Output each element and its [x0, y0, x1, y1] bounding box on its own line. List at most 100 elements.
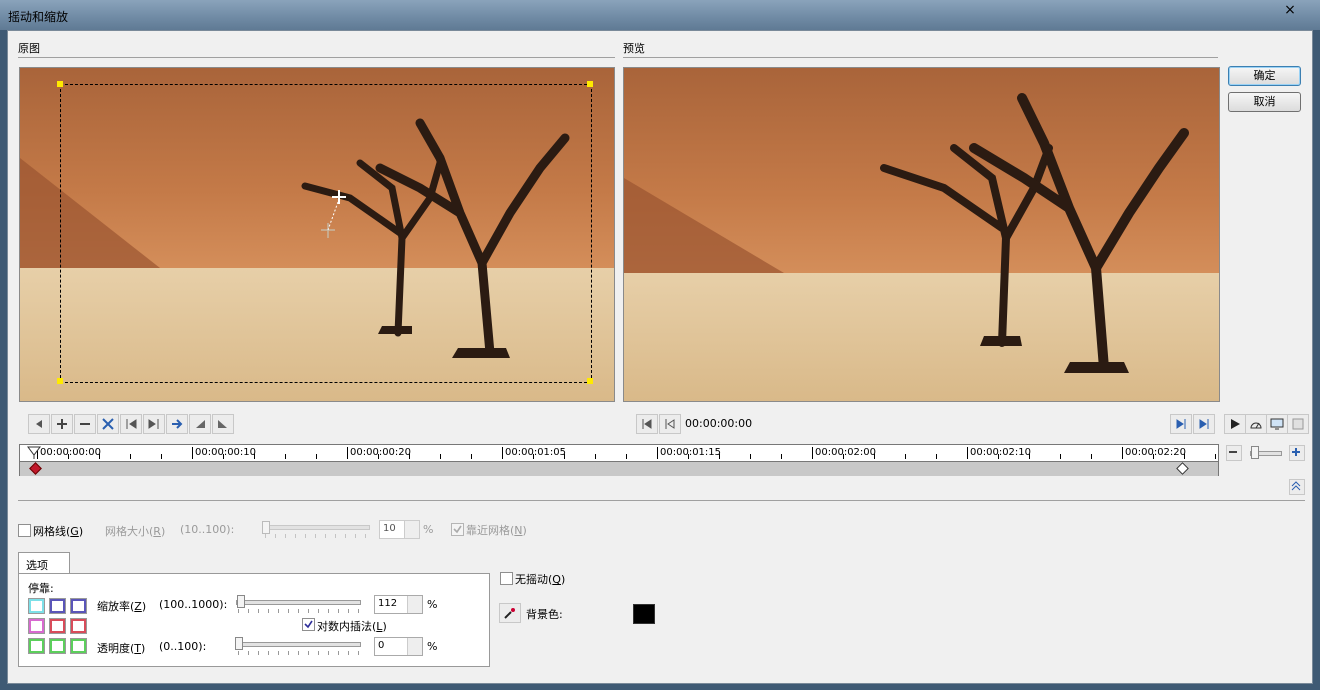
- grid-size-input: [379, 520, 420, 539]
- opacity-range: (0..100):: [159, 640, 207, 653]
- flip-keyframes-button[interactable]: [97, 414, 119, 434]
- close-button[interactable]: ×: [1279, 1, 1301, 19]
- zoom-slider[interactable]: [236, 600, 361, 605]
- monitor-icon: [1270, 418, 1284, 430]
- next-frame-button[interactable]: [1170, 414, 1192, 434]
- timeline-tick-label: 00:00:00:00: [40, 447, 102, 458]
- dock-position-9[interactable]: [70, 638, 87, 654]
- timeline-tick-label: 00:00:02:00: [815, 447, 877, 458]
- gridlines-checkbox[interactable]: [18, 524, 31, 537]
- playback-speed-button[interactable]: [1245, 414, 1267, 434]
- handle-br[interactable]: [587, 378, 593, 384]
- timeline-major-tick: [502, 447, 503, 459]
- move-right-button[interactable]: [212, 414, 234, 434]
- handle-tr[interactable]: [587, 81, 593, 87]
- go-end-button[interactable]: [1193, 414, 1215, 434]
- background-color-swatch[interactable]: [633, 604, 655, 624]
- timeline-minor-tick: [1215, 454, 1216, 459]
- move-left-button[interactable]: [189, 414, 211, 434]
- center-crosshair-icon[interactable]: [320, 188, 360, 248]
- timeline-minor-tick: [533, 454, 534, 459]
- original-image[interactable]: [19, 67, 615, 402]
- ok-button[interactable]: 确定: [1228, 66, 1301, 86]
- collapse-options-button[interactable]: [1289, 479, 1305, 495]
- zoom-label: 缩放率(Z): [97, 600, 147, 613]
- eyedropper-icon: [504, 608, 515, 619]
- timeline-zoom-thumb[interactable]: [1251, 446, 1259, 459]
- next-arrow-icon: [172, 419, 183, 429]
- goto-last-keyframe-button[interactable]: [143, 414, 165, 434]
- prev-frame-icon: [665, 419, 675, 429]
- timeline[interactable]: 00:00:00:00 00:00:00:10 00:00:00:20 00:00:0…: [19, 444, 1219, 476]
- timeline-minor-tick: [626, 454, 627, 459]
- dock-position-6[interactable]: [70, 618, 87, 634]
- remove-keyframe-button[interactable]: [74, 414, 96, 434]
- opacity-label: 透明度(T): [97, 642, 146, 655]
- timeline-minor-tick: [471, 454, 472, 459]
- timeline-minor-tick: [378, 454, 379, 459]
- snap-to-grid-checkbox: [451, 523, 464, 536]
- go-start-button[interactable]: [636, 414, 658, 434]
- dock-position-1[interactable]: [28, 598, 45, 614]
- dock-position-4[interactable]: [28, 618, 45, 634]
- next-frame-icon: [1176, 419, 1186, 429]
- timeline-minor-tick: [161, 454, 162, 459]
- options-panel: 停靠: 缩放率(Z) (100..1000): % 对数内插法(L) 透明度(T…: [18, 573, 490, 667]
- no-shake-checkbox[interactable]: [500, 572, 513, 585]
- goto-prev-keyframe-button[interactable]: [28, 414, 50, 434]
- play-button[interactable]: [1224, 414, 1246, 434]
- keyframe-track[interactable]: [20, 461, 1218, 476]
- tab-options[interactable]: 选项: [18, 552, 70, 574]
- snap-to-grid-label: 靠近网格(N): [466, 524, 527, 537]
- goto-first-keyframe-button[interactable]: [120, 414, 142, 434]
- cancel-button[interactable]: 取消: [1228, 92, 1301, 112]
- dock-position-8[interactable]: [49, 638, 66, 654]
- handle-bl[interactable]: [57, 378, 63, 384]
- prev-frame-button[interactable]: [659, 414, 681, 434]
- check-icon: [304, 620, 313, 629]
- log-interp-checkbox[interactable]: [302, 618, 315, 631]
- timeline-minor-tick: [750, 454, 751, 459]
- opacity-input[interactable]: [374, 637, 423, 656]
- timeline-minor-tick: [719, 454, 720, 459]
- timeline-tick-label: 00:00:02:20: [1125, 447, 1187, 458]
- first-keyframe-icon: [126, 419, 137, 429]
- monitor-preview-button[interactable]: [1266, 414, 1288, 434]
- opacity-slider[interactable]: [236, 642, 361, 647]
- eyedropper-button[interactable]: [499, 603, 521, 623]
- timeline-minor-tick: [998, 454, 999, 459]
- zoom-out-button[interactable]: [1226, 445, 1242, 461]
- go-start-icon: [642, 419, 652, 429]
- minus-icon: [80, 423, 90, 425]
- no-shake-label: 无摇动(Q): [515, 573, 566, 586]
- move-right-icon: [218, 420, 227, 428]
- timeline-minor-tick: [1184, 454, 1185, 459]
- timeline-tick-label: 00:00:01:05: [505, 447, 567, 458]
- zoom-input[interactable]: [374, 595, 423, 614]
- preview-timecode: 00:00:00:00: [685, 417, 753, 430]
- dock-position-5[interactable]: [49, 618, 66, 634]
- zoom-in-button[interactable]: [1289, 445, 1305, 461]
- timeline-minor-tick: [223, 454, 224, 459]
- timeline-minor-tick: [1060, 454, 1061, 459]
- title-bar[interactable]: 摇动和缩放 ×: [0, 0, 1320, 30]
- next-keyframe-button[interactable]: [166, 414, 188, 434]
- timeline-minor-tick: [874, 454, 875, 459]
- device-preview-button[interactable]: [1287, 414, 1309, 434]
- preview-image: [623, 67, 1220, 402]
- zoom-slider-thumb[interactable]: [236, 595, 245, 608]
- dock-position-7[interactable]: [28, 638, 45, 654]
- timeline-minor-tick: [316, 454, 317, 459]
- timeline-minor-tick: [1091, 454, 1092, 459]
- handle-tl[interactable]: [57, 81, 63, 87]
- add-keyframe-button[interactable]: [51, 414, 73, 434]
- dock-position-2[interactable]: [49, 598, 66, 614]
- dock-position-3[interactable]: [70, 598, 87, 614]
- prev-keyframe-icon: [36, 420, 42, 428]
- timeline-minor-tick: [1153, 454, 1154, 459]
- timeline-minor-tick: [440, 454, 441, 459]
- playhead-icon[interactable]: [27, 446, 41, 459]
- plus-icon: [57, 419, 67, 429]
- opacity-unit: %: [427, 640, 438, 653]
- opacity-slider-thumb[interactable]: [235, 637, 243, 650]
